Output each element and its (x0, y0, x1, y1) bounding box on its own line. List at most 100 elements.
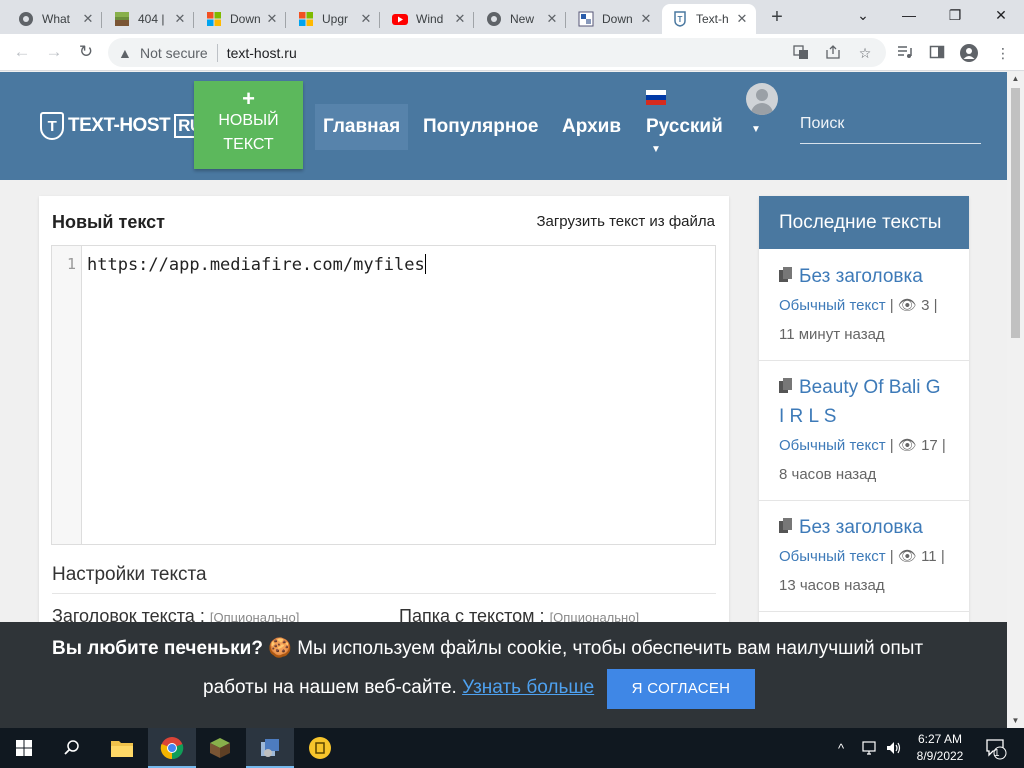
forward-arrow-icon[interactable]: → (42, 40, 66, 64)
avatar[interactable] (746, 83, 778, 115)
windows-icon (298, 11, 314, 27)
notification-center-button[interactable]: 1 (984, 728, 1008, 768)
card-title: Новый текст (52, 212, 165, 232)
warning-icon[interactable]: ▲ (118, 45, 134, 61)
editor-content[interactable]: https://app.mediafire.com/myfiles (87, 254, 426, 275)
page-scrollbar[interactable]: ▲ ▼ (1007, 72, 1024, 728)
minecraft-icon (114, 11, 130, 27)
reload-icon[interactable]: ↻ (74, 40, 98, 64)
start-button[interactable] (0, 728, 48, 768)
minecraft-icon (210, 738, 230, 758)
close-icon[interactable]: ✕ (452, 11, 468, 27)
post-time: 11 минут назад (779, 326, 885, 343)
upload-from-file-link[interactable]: Загрузить текст из файла (536, 213, 715, 230)
volume-icon[interactable] (886, 728, 902, 768)
nav-archive[interactable]: Архив (554, 104, 629, 150)
address-bar[interactable]: ▲ Not secure text-host.ru (108, 38, 886, 67)
browser-tab-active[interactable]: T Text-h ✕ (662, 4, 756, 34)
tab-search-button[interactable]: ⌄ (840, 0, 886, 30)
youtube-icon (392, 11, 408, 27)
scrollbar-thumb[interactable] (1011, 88, 1020, 338)
cookie-text: работы на нашем веб-сайте. (203, 677, 457, 698)
cookie-text: Мы используем файлы cookie, чтобы обеспе… (297, 638, 924, 659)
browser-tab[interactable]: Down ✕ (196, 4, 286, 34)
settings-title: Настройки текста (52, 564, 207, 585)
russia-flag-icon[interactable] (646, 90, 666, 105)
text-editor[interactable]: 1 https://app.mediafire.com/myfiles (51, 245, 716, 545)
document-icon (779, 374, 793, 393)
close-icon[interactable]: ✕ (734, 11, 750, 27)
browser-tab[interactable]: Upgr ✕ (288, 4, 380, 34)
nav-popular[interactable]: Популярное (415, 104, 546, 150)
search-button[interactable] (48, 728, 96, 768)
post-title: Без заголовка (799, 517, 923, 538)
browser-tab[interactable]: 404 | ✕ (104, 4, 194, 34)
url-text[interactable]: text-host.ru (227, 45, 297, 61)
search-input[interactable] (800, 110, 981, 144)
chrome-taskbar-button[interactable] (148, 728, 196, 768)
post-type-link[interactable]: Обычный текст (779, 297, 886, 314)
media-queue-icon[interactable] (896, 44, 914, 62)
star-icon[interactable]: ☆ (856, 44, 874, 62)
text-cursor (424, 254, 426, 274)
scroll-up-icon[interactable]: ▲ (1007, 72, 1024, 86)
close-window-button[interactable]: ✕ (978, 0, 1024, 30)
file-explorer-button[interactable] (98, 728, 146, 768)
post-type-link[interactable]: Обычный текст (779, 548, 886, 565)
close-icon[interactable]: ✕ (358, 11, 374, 27)
network-icon[interactable] (862, 728, 878, 768)
share-icon[interactable] (824, 44, 842, 62)
tab-label: Text-h (696, 12, 729, 26)
omnibox-divider (216, 43, 218, 62)
site-logo[interactable]: T TEXT-HOST RU (40, 112, 206, 140)
tab-label: Down (602, 12, 633, 26)
close-icon[interactable]: ✕ (264, 11, 280, 27)
tab-separator (101, 12, 102, 28)
security-label[interactable]: Not secure (140, 45, 208, 61)
post-views: 3 (921, 297, 930, 314)
system-clock[interactable]: 6:27 AM 8/9/2022 (913, 731, 967, 765)
cookie-banner: Вы любите печеньки? 🍪 Мы используем файл… (0, 622, 1007, 728)
close-icon[interactable]: ✕ (172, 11, 188, 27)
post-title-link[interactable]: Без заголовка (779, 262, 949, 291)
post-type-link[interactable]: Обычный текст (779, 437, 886, 454)
side-panel-icon[interactable] (928, 44, 946, 62)
minimize-button[interactable]: — (886, 0, 932, 30)
browser-tab[interactable]: Wind ✕ (382, 4, 474, 34)
post-title-link[interactable]: Без заголовка (779, 513, 949, 542)
browser-tabstrip: What ✕ 404 | ✕ Down ✕ Upgr ✕ Wind ✕ New … (0, 0, 1024, 34)
close-icon[interactable]: ✕ (544, 11, 560, 27)
maximize-button[interactable]: ❐ (932, 0, 978, 30)
sidebar-title: Последние тексты (759, 196, 969, 249)
chevron-down-icon[interactable]: ▼ (751, 124, 761, 135)
browser-tab[interactable]: Down ✕ (568, 4, 660, 34)
list-item: Без заголовка Обычный текст | 👁 3 | 11 м… (759, 262, 969, 361)
accept-cookies-button[interactable]: Я СОГЛАСЕН (607, 669, 755, 709)
close-icon[interactable]: ✕ (638, 11, 654, 27)
minecraft-taskbar-button[interactable] (196, 728, 244, 768)
installer-icon (261, 739, 279, 757)
profile-icon[interactable] (960, 44, 978, 62)
chevron-down-icon[interactable]: ▼ (651, 144, 661, 155)
back-arrow-icon[interactable]: ← (10, 40, 34, 64)
post-title: Beauty Of Bali G I R L S (779, 377, 941, 427)
installer-taskbar-button[interactable] (246, 728, 294, 768)
post-title-link[interactable]: Beauty Of Bali G I R L S (779, 373, 949, 431)
new-text-button[interactable]: + НОВЫЙ ТЕКСТ (194, 81, 303, 169)
menu-dots-icon[interactable]: ⋮ (994, 44, 1012, 62)
chevron-up-icon[interactable]: ^ (838, 728, 844, 768)
new-tab-button[interactable]: + (766, 6, 788, 28)
learn-more-link[interactable]: Узнать больше (462, 677, 594, 698)
tab-label: Down (230, 12, 261, 26)
close-icon[interactable]: ✕ (80, 11, 96, 27)
eye-icon: 👁 (897, 548, 917, 565)
scroll-down-icon[interactable]: ▼ (1007, 714, 1024, 728)
sticky-notes-taskbar-button[interactable] (296, 728, 344, 768)
chrome-icon (18, 11, 34, 27)
svg-text:T: T (678, 15, 683, 24)
nav-home[interactable]: Главная (315, 104, 409, 150)
browser-tab[interactable]: What ✕ (8, 4, 102, 34)
eye-icon: 👁 (897, 437, 917, 454)
translate-icon[interactable] (792, 44, 810, 62)
browser-tab[interactable]: New ✕ (476, 4, 566, 34)
